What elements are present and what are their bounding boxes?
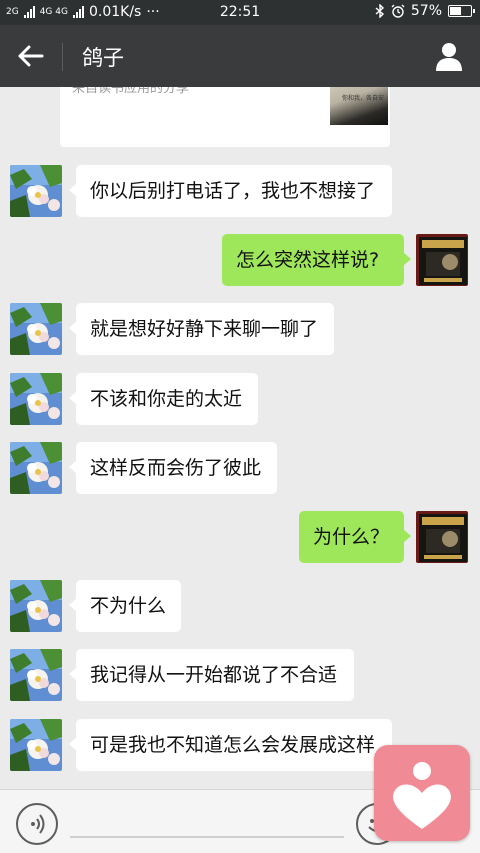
my-avatar[interactable]: [416, 234, 468, 286]
message-bubble[interactable]: 这样反而会伤了彼此: [69, 442, 277, 494]
back-button[interactable]: [12, 39, 52, 73]
person-icon: [436, 43, 462, 71]
heart-person-icon: [393, 762, 451, 829]
title-divider: [62, 43, 63, 71]
incoming-message: 你以后别打电话了，我也不想接了: [0, 165, 480, 217]
shared-link-thumbnail: 你和我，各自安: [330, 87, 388, 125]
floating-app-button[interactable]: [374, 745, 470, 841]
chat-title: 鸽子: [82, 46, 124, 70]
message-bubble[interactable]: 可是我也不知道怎么会发展成这样: [69, 719, 392, 771]
chat-profile-button[interactable]: [432, 39, 466, 73]
incoming-message: 不该和你走的太近: [0, 373, 480, 425]
message-list[interactable]: 来自读书应用的分享 你和我，各自安 你以后别打电话了，我也不想接了怎么突然这样说…: [0, 87, 480, 789]
contact-avatar[interactable]: [10, 580, 62, 632]
incoming-message: 就是想好好静下来聊一聊了: [0, 303, 480, 355]
contact-avatar[interactable]: [10, 719, 62, 771]
message-bubble[interactable]: 为什么？: [299, 511, 411, 563]
status-bar: 2G 4G 4G 0.01K/s ··· 22:51 57%: [0, 0, 480, 25]
message-text-input[interactable]: [70, 836, 344, 838]
bluetooth-icon: [375, 4, 384, 18]
message-bubble[interactable]: 不为什么: [69, 580, 181, 632]
contact-avatar[interactable]: [10, 442, 62, 494]
voice-wave-icon: [31, 814, 45, 834]
message-bubble[interactable]: 怎么突然这样说?: [222, 234, 411, 286]
alarm-icon: [391, 4, 405, 18]
outgoing-message: 怎么突然这样说?: [0, 234, 480, 286]
shared-link-text: 来自读书应用的分享: [72, 87, 190, 96]
thumbnail-caption: 你和我，各自安: [342, 95, 385, 102]
incoming-message: 不为什么: [0, 580, 480, 632]
shared-link-card[interactable]: 来自读书应用的分享 你和我，各自安: [60, 87, 390, 147]
contact-avatar[interactable]: [10, 165, 62, 217]
voice-input-button[interactable]: [16, 803, 58, 845]
outgoing-message: 为什么？: [0, 511, 480, 563]
battery-percent: 57%: [410, 3, 442, 19]
contact-avatar[interactable]: [10, 649, 62, 701]
contact-avatar[interactable]: [10, 303, 62, 355]
incoming-message: 这样反而会伤了彼此: [0, 442, 480, 494]
battery-fill: [450, 7, 461, 15]
message-bubble[interactable]: 我记得从一开始都说了不合适: [69, 649, 354, 701]
battery-icon: [448, 5, 475, 17]
message-bubble[interactable]: 就是想好好静下来聊一聊了: [69, 303, 334, 355]
incoming-message: 我记得从一开始都说了不合适: [0, 649, 480, 701]
chat-header: 鸽子: [0, 25, 480, 87]
arrow-left-icon: [18, 45, 44, 67]
contact-avatar[interactable]: [10, 373, 62, 425]
message-bubble[interactable]: 不该和你走的太近: [69, 373, 258, 425]
message-bubble[interactable]: 你以后别打电话了，我也不想接了: [69, 165, 392, 217]
my-avatar[interactable]: [416, 511, 468, 563]
